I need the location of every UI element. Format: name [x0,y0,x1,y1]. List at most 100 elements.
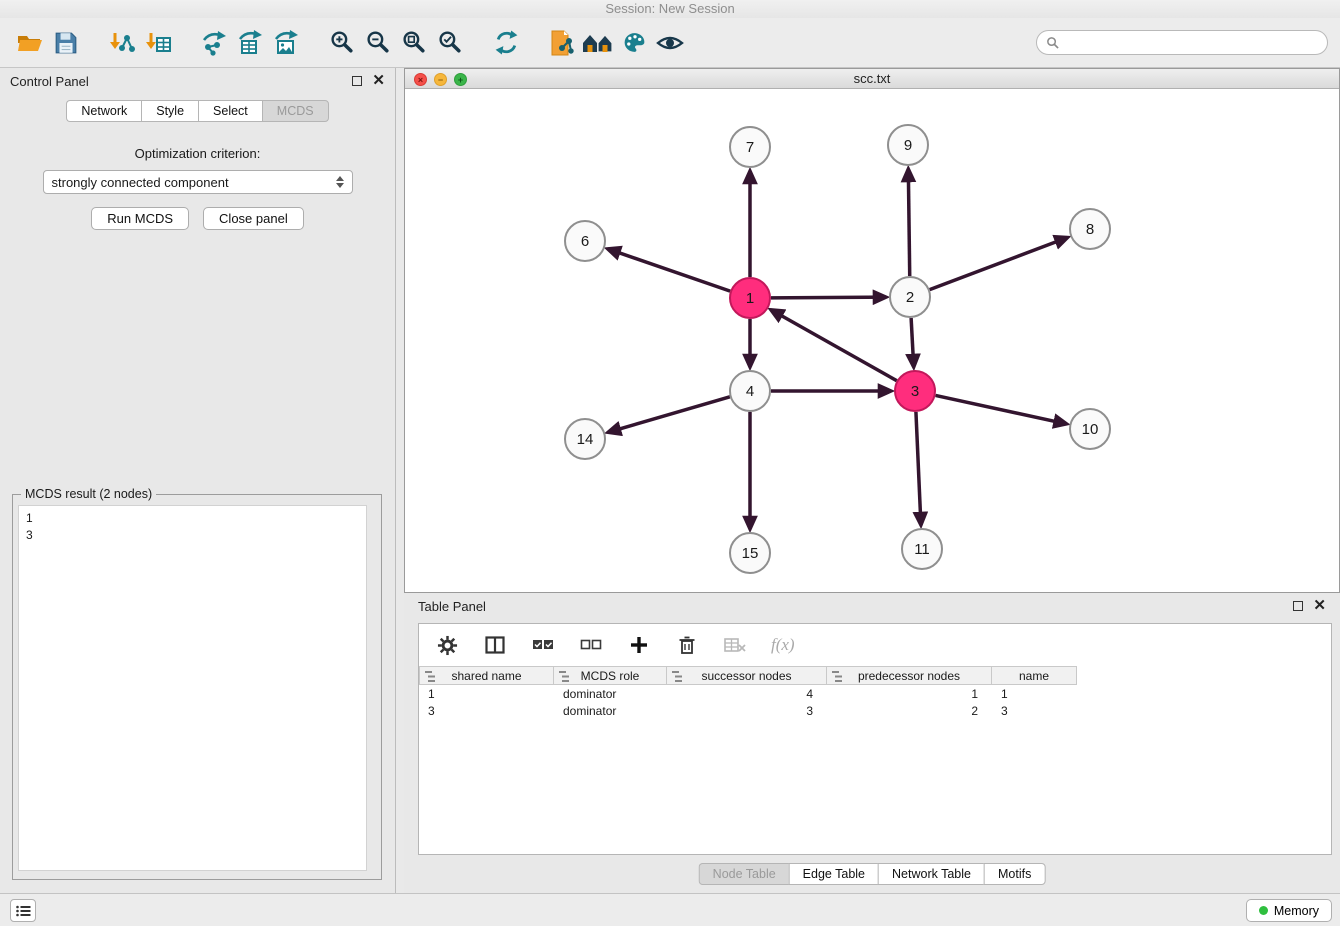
close-table-panel-icon[interactable]: ✕ [1313,601,1326,611]
graph-node-14[interactable]: 14 [565,419,605,459]
tab-style[interactable]: Style [141,100,198,122]
zoom-out-button[interactable] [360,25,396,61]
graph-node-7[interactable]: 7 [730,127,770,167]
graph-node-label: 3 [911,383,919,400]
tab-select[interactable]: Select [198,100,262,122]
show-hide-panels-button[interactable] [580,25,616,61]
close-window-icon[interactable]: × [414,73,427,86]
table-row[interactable]: 3 dominator 3 2 3 [419,702,1331,719]
graph-edge-4-14[interactable] [608,397,730,432]
graph-edge-3-1[interactable] [771,310,897,381]
select-all-button[interactable] [531,633,555,657]
column-header-shared-name[interactable]: shared name [419,666,554,685]
cell-successor-nodes[interactable]: 3 [667,704,827,718]
network-graph-svg[interactable]: 7 9 6 8 1 2 4 3 14 10 15 11 [405,89,1339,592]
delete-table-button[interactable] [723,633,747,657]
close-panel-button[interactable]: Close panel [203,207,304,230]
graph-edge-1-2[interactable] [771,297,886,298]
tab-network-table[interactable]: Network Table [878,863,984,885]
import-network-button[interactable] [104,25,140,61]
style-button[interactable] [616,25,652,61]
function-builder-button[interactable]: f(x) [771,633,795,657]
column-header-predecessor-nodes[interactable]: predecessor nodes [827,666,992,685]
graph-edge-1-6[interactable] [608,249,730,291]
open-file-button[interactable] [12,25,48,61]
tab-node-table[interactable]: Node Table [699,863,789,885]
cell-name[interactable]: 1 [992,687,1077,701]
toggle-view-button[interactable] [652,25,688,61]
graph-node-3[interactable]: 3 [895,371,935,411]
graph-node-4[interactable]: 4 [730,371,770,411]
cell-successor-nodes[interactable]: 4 [667,687,827,701]
graph-node-6[interactable]: 6 [565,221,605,261]
table-settings-button[interactable] [435,633,459,657]
network-window-titlebar[interactable]: × − + scc.txt [405,69,1339,89]
tab-edge-table[interactable]: Edge Table [789,863,878,885]
graph-node-10[interactable]: 10 [1070,409,1110,449]
minimize-window-icon[interactable]: − [434,73,447,86]
graph-node-11[interactable]: 11 [902,529,942,569]
network-canvas[interactable]: 7 9 6 8 1 2 4 3 14 10 15 11 [405,89,1339,592]
graph-node-9[interactable]: 9 [888,125,928,165]
cell-shared-name[interactable]: 3 [419,704,554,718]
zoom-in-button[interactable] [324,25,360,61]
export-network-button[interactable] [196,25,232,61]
column-header-successor-nodes[interactable]: successor nodes [667,666,827,685]
export-image-button[interactable] [268,25,304,61]
zoom-selected-button[interactable] [432,25,468,61]
graph-node-label: 4 [746,383,754,400]
cell-predecessor-nodes[interactable]: 1 [827,687,992,701]
first-neighbors-icon [548,29,576,57]
export-table-button[interactable] [232,25,268,61]
attribute-icon [832,671,843,682]
add-column-button[interactable] [627,633,651,657]
tab-network[interactable]: Network [66,100,141,122]
graph-edge-2-9[interactable] [908,169,909,276]
graph-node-label: 14 [577,431,594,448]
tab-motifs[interactable]: Motifs [984,863,1045,885]
show-log-button[interactable] [10,899,36,922]
float-panel-icon[interactable] [352,76,362,86]
criterion-dropdown[interactable]: strongly connected component [43,170,353,194]
graph-node-8[interactable]: 8 [1070,209,1110,249]
deselect-all-button[interactable] [579,633,603,657]
table-row[interactable]: 1 dominator 4 1 1 [419,685,1331,702]
graph-node-1[interactable]: 1 [730,278,770,318]
graph-node-15[interactable]: 15 [730,533,770,573]
tab-mcds[interactable]: MCDS [262,100,329,122]
cell-mcds-role[interactable]: dominator [554,687,667,701]
show-columns-button[interactable] [483,633,507,657]
zoom-selected-icon [437,29,464,56]
first-neighbors-button[interactable] [544,25,580,61]
graph-node-2[interactable]: 2 [890,277,930,317]
float-table-panel-icon[interactable] [1293,601,1303,611]
search-input[interactable] [1065,36,1318,50]
cell-predecessor-nodes[interactable]: 2 [827,704,992,718]
plus-icon [630,636,648,654]
global-search[interactable] [1036,30,1328,55]
palette-icon [621,29,648,56]
save-session-button[interactable] [48,25,84,61]
graph-edge-3-11[interactable] [916,412,921,525]
cell-name[interactable]: 3 [992,704,1077,718]
apply-layout-button[interactable] [488,25,524,61]
close-panel-icon[interactable]: ✕ [372,76,385,86]
import-table-button[interactable] [140,25,176,61]
cell-shared-name[interactable]: 1 [419,687,554,701]
cell-mcds-role[interactable]: dominator [554,704,667,718]
mcds-result-area[interactable]: 1 3 [18,505,367,871]
graph-edge-2-3[interactable] [911,318,914,367]
run-mcds-button[interactable]: Run MCDS [91,207,189,230]
column-header-name[interactable]: name [992,666,1077,685]
maximize-window-icon[interactable]: + [454,73,467,86]
gear-icon [437,635,458,656]
toolbar-separator [524,42,544,43]
memory-button[interactable]: Memory [1246,899,1332,922]
table-panel-title: Table Panel [418,599,486,614]
graph-edge-2-8[interactable] [930,237,1068,289]
zoom-fit-button[interactable] [396,25,432,61]
delete-column-button[interactable] [675,633,699,657]
dropdown-arrows-icon [336,176,344,188]
graph-edge-3-10[interactable] [936,395,1067,423]
column-header-mcds-role[interactable]: MCDS role [554,666,667,685]
